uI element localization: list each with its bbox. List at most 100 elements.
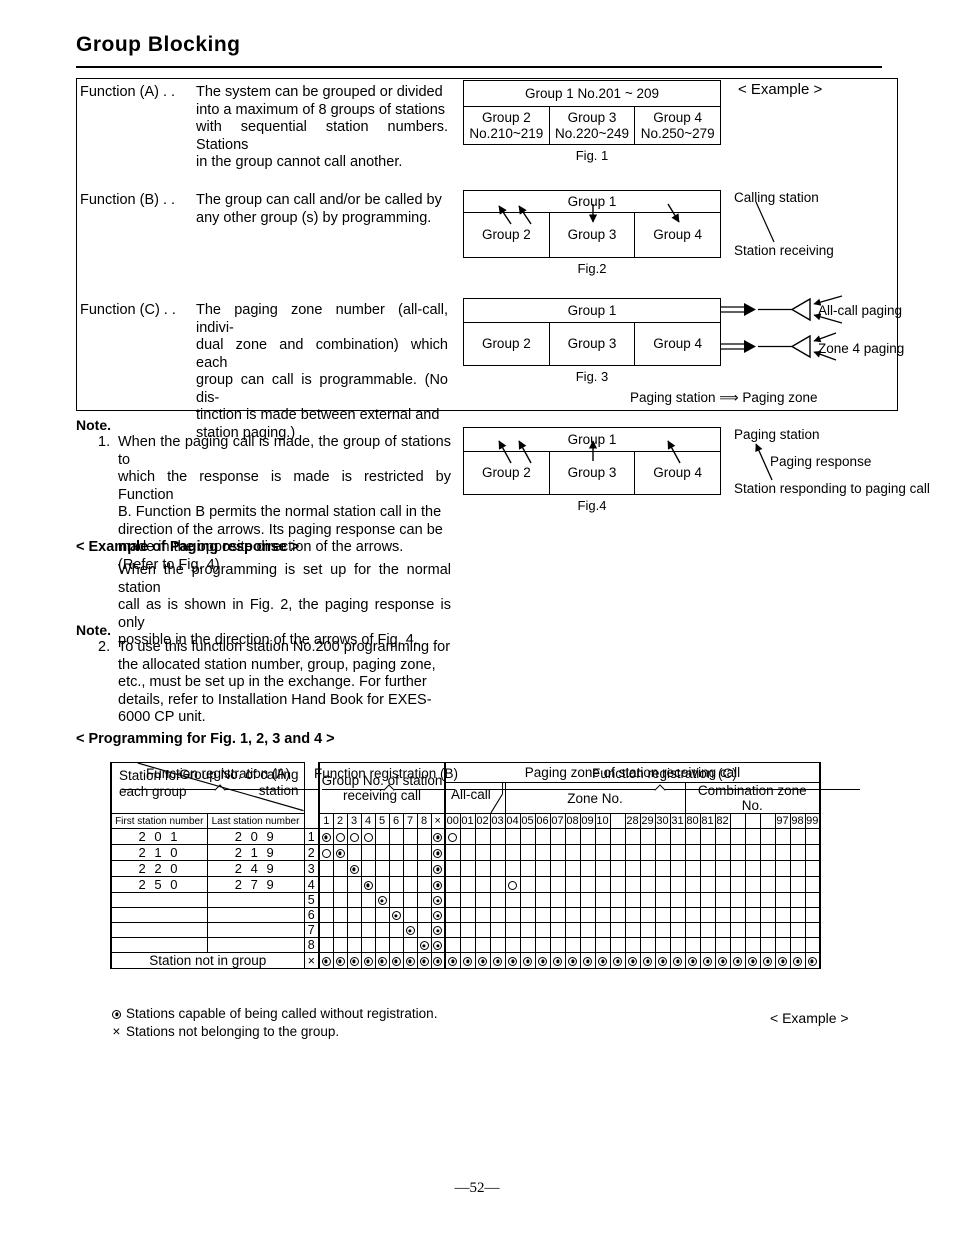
cell-zone-99[interactable]	[804, 828, 821, 845]
cell-group-7[interactable]	[402, 860, 418, 877]
cell-zone-gap-20[interactable]	[744, 876, 761, 893]
cell-zone-28[interactable]	[624, 892, 641, 908]
cell-zone-02[interactable]	[474, 952, 491, 969]
cell-zone-04[interactable]	[504, 952, 521, 969]
cell-zone-30[interactable]	[654, 922, 671, 938]
cell-zone-31[interactable]	[669, 937, 686, 953]
cell-zone-97[interactable]	[774, 892, 791, 908]
cell-zone-99[interactable]	[804, 922, 821, 938]
cell-zone-28[interactable]	[624, 860, 641, 877]
cell-group-8[interactable]	[416, 922, 432, 938]
cell-zone-81[interactable]	[699, 876, 716, 893]
cell-group-3[interactable]	[346, 937, 362, 953]
cell-zone-99[interactable]	[804, 844, 821, 861]
cell-zone-04[interactable]	[504, 876, 521, 893]
cell-zone-97[interactable]	[774, 952, 791, 969]
cell-group-6[interactable]	[388, 860, 404, 877]
cell-zone-30[interactable]	[654, 828, 671, 845]
cell-zone-01[interactable]	[459, 937, 476, 953]
cell-group-5[interactable]	[374, 828, 390, 845]
cell-zone-gap-11[interactable]	[609, 892, 626, 908]
cell-zone-00[interactable]	[444, 844, 461, 861]
cell-group-7[interactable]	[402, 844, 418, 861]
cell-zone-03[interactable]	[489, 828, 506, 845]
cell-group-5[interactable]	[374, 860, 390, 877]
cell-group-3[interactable]	[346, 860, 362, 877]
cell-zone-29[interactable]	[639, 876, 656, 893]
cell-zone-03[interactable]	[489, 922, 506, 938]
cell-zone-31[interactable]	[669, 860, 686, 877]
cell-zone-gap-21[interactable]	[759, 860, 776, 877]
cell-group-7[interactable]	[402, 922, 418, 938]
cell-zone-99[interactable]	[804, 860, 821, 877]
cell-zone-gap-11[interactable]	[609, 876, 626, 893]
cell-zone-04[interactable]	[504, 892, 521, 908]
cell-zone-07[interactable]	[549, 922, 566, 938]
cell-zone-02[interactable]	[474, 937, 491, 953]
cell-zone-07[interactable]	[549, 952, 566, 969]
cell-zone-97[interactable]	[774, 844, 791, 861]
cell-zone-00[interactable]	[444, 952, 461, 969]
cell-group-6[interactable]	[388, 922, 404, 938]
cell-zone-81[interactable]	[699, 937, 716, 953]
cell-zone-gap-19[interactable]	[729, 922, 746, 938]
cell-zone-00[interactable]	[444, 937, 461, 953]
cell-zone-82[interactable]	[714, 828, 731, 845]
cell-group-2[interactable]	[332, 892, 348, 908]
cell-zone-99[interactable]	[804, 937, 821, 953]
cell-zone-10[interactable]	[594, 922, 611, 938]
cell-zone-30[interactable]	[654, 892, 671, 908]
cell-group-6[interactable]	[388, 907, 404, 923]
cell-zone-03[interactable]	[489, 907, 506, 923]
cell-zone-01[interactable]	[459, 952, 476, 969]
cell-zone-10[interactable]	[594, 828, 611, 845]
cell-zone-05[interactable]	[519, 828, 536, 845]
cell-zone-97[interactable]	[774, 937, 791, 953]
cell-zone-98[interactable]	[789, 907, 806, 923]
cell-zone-98[interactable]	[789, 922, 806, 938]
cell-zone-gap-21[interactable]	[759, 937, 776, 953]
cell-zone-06[interactable]	[534, 907, 551, 923]
cell-zone-30[interactable]	[654, 876, 671, 893]
cell-zone-31[interactable]	[669, 892, 686, 908]
cell-zone-06[interactable]	[534, 860, 551, 877]
cell-group-4[interactable]	[360, 892, 376, 908]
cell-zone-82[interactable]	[714, 952, 731, 969]
cell-zone-gap-11[interactable]	[609, 922, 626, 938]
cell-group-1[interactable]	[318, 860, 334, 877]
cell-group-5[interactable]	[374, 907, 390, 923]
cell-group-4[interactable]	[360, 937, 376, 953]
cell-zone-07[interactable]	[549, 876, 566, 893]
cell-group-×[interactable]	[430, 876, 446, 893]
cell-zone-97[interactable]	[774, 907, 791, 923]
cell-zone-02[interactable]	[474, 828, 491, 845]
cell-zone-09[interactable]	[579, 828, 596, 845]
cell-group-4[interactable]	[360, 907, 376, 923]
cell-zone-00[interactable]	[444, 876, 461, 893]
cell-zone-80[interactable]	[684, 922, 701, 938]
cell-zone-28[interactable]	[624, 876, 641, 893]
cell-zone-09[interactable]	[579, 907, 596, 923]
cell-group-8[interactable]	[416, 952, 432, 969]
cell-zone-80[interactable]	[684, 844, 701, 861]
cell-group-1[interactable]	[318, 828, 334, 845]
cell-zone-05[interactable]	[519, 892, 536, 908]
cell-zone-82[interactable]	[714, 844, 731, 861]
cell-zone-02[interactable]	[474, 922, 491, 938]
cell-zone-gap-21[interactable]	[759, 907, 776, 923]
cell-group-4[interactable]	[360, 876, 376, 893]
cell-zone-05[interactable]	[519, 907, 536, 923]
cell-group-7[interactable]	[402, 876, 418, 893]
cell-zone-10[interactable]	[594, 937, 611, 953]
cell-zone-07[interactable]	[549, 860, 566, 877]
cell-group-6[interactable]	[388, 937, 404, 953]
cell-zone-gap-11[interactable]	[609, 937, 626, 953]
cell-zone-gap-19[interactable]	[729, 937, 746, 953]
cell-zone-10[interactable]	[594, 844, 611, 861]
cell-zone-gap-19[interactable]	[729, 952, 746, 969]
cell-zone-07[interactable]	[549, 828, 566, 845]
cell-zone-10[interactable]	[594, 860, 611, 877]
cell-zone-09[interactable]	[579, 860, 596, 877]
cell-zone-07[interactable]	[549, 937, 566, 953]
cell-zone-03[interactable]	[489, 937, 506, 953]
